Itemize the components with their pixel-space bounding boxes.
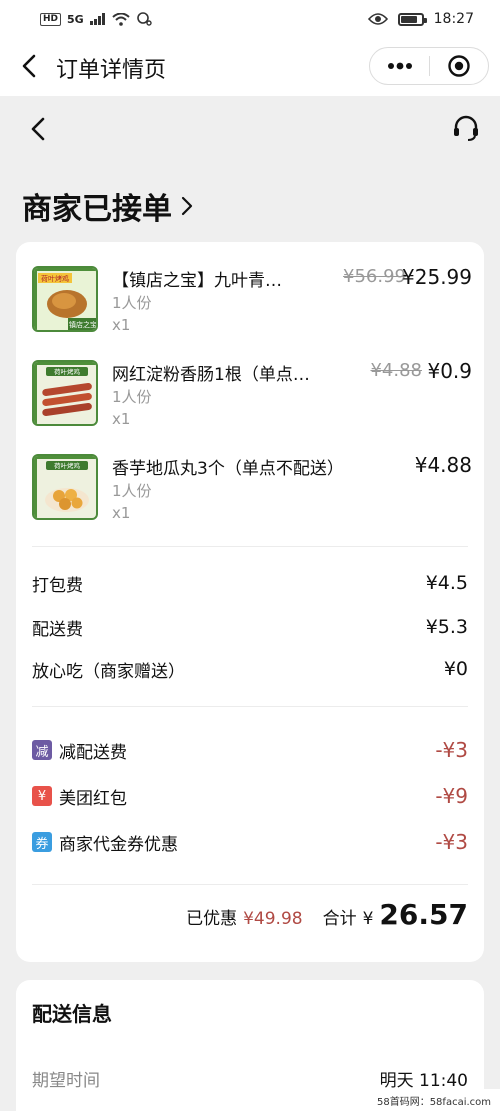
customer-service-icon[interactable] (452, 114, 480, 142)
chat-bubble-icon (136, 12, 152, 26)
discount-row-voucher: 券 商家代金券优惠 -¥3 (32, 828, 468, 856)
status-bar: HD 5G 18:27 (0, 0, 500, 38)
status-bar-right: 18:27 (367, 11, 474, 27)
total-label: 合计 (322, 909, 357, 929)
chevron-right-icon (181, 196, 193, 216)
item-quantity: x1 (112, 316, 131, 334)
page-back-icon[interactable] (28, 116, 50, 142)
saved-label: 已优惠 (186, 909, 238, 929)
discount-tag-icon: ¥ (32, 786, 52, 806)
delivery-title: 配送信息 (32, 1002, 112, 1026)
divider (32, 706, 468, 707)
taro-ball-image: 荷叶烤鸡 (34, 456, 96, 518)
divider (32, 546, 468, 547)
thumb-sub-text: 镇店之宝 (69, 320, 97, 329)
sausage-image: 荷叶烤鸡 (34, 362, 96, 424)
order-summary: 已优惠 ¥49.98 合计 ¥ 26.57 (186, 898, 468, 931)
discount-row-redpacket: ¥ 美团红包 -¥9 (32, 782, 468, 810)
mini-program-nav-bar: 订单详情页 (0, 38, 500, 96)
battery-icon (397, 12, 427, 26)
expected-time-label: 期望时间 (32, 1071, 100, 1091)
discount-tag-icon: 减 (32, 740, 52, 760)
item-thumbnail: 荷叶烤鸡 (32, 360, 98, 426)
item-price: ¥25.99 (402, 265, 472, 289)
discount-label: 减配送费 (59, 742, 127, 763)
saved-value: ¥49.98 (243, 909, 303, 929)
fee-value: ¥5.3 (425, 616, 468, 638)
page-title: 订单详情页 (56, 58, 167, 83)
order-item[interactable]: 荷叶烤鸡 网红淀粉香肠1根（单点不… 1人份 x1 ¥4.88 ¥0.9 (32, 359, 472, 440)
hd-badge: HD (40, 12, 62, 26)
fee-row-delivery: 配送费 ¥5.3 (32, 614, 468, 640)
item-thumbnail: 荷叶烤鸡 (32, 454, 98, 520)
target-close-icon (448, 55, 470, 77)
expected-time-row: 期望时间 明天 11:40 (32, 1066, 468, 1091)
fee-value: ¥4.5 (425, 572, 468, 594)
discount-value: -¥3 (435, 830, 468, 854)
close-button[interactable] (430, 48, 488, 84)
item-quantity: x1 (112, 504, 131, 522)
total-currency: ¥ (362, 909, 374, 929)
more-button[interactable] (370, 48, 429, 84)
mini-program-capsule (369, 47, 489, 85)
item-original-price: ¥4.88 (370, 360, 422, 381)
fee-row-insurance: 放心吃（商家赠送） ¥0 (32, 656, 468, 682)
item-quantity: x1 (112, 410, 131, 428)
discount-value: -¥3 (435, 738, 468, 762)
discount-row-delivery: 减 减配送费 -¥3 (32, 736, 468, 764)
clock: 18:27 (433, 11, 474, 27)
order-card: 荷叶烤鸡 镇店之宝 【镇店之宝】九叶青… 1人份 x1 ¥56.99 ¥25.9… (16, 242, 484, 962)
item-price: ¥4.88 (414, 453, 472, 477)
item-portion: 1人份 (112, 482, 152, 500)
total-value: 26.57 (379, 898, 468, 931)
discount-label: 美团红包 (59, 788, 127, 809)
item-portion: 1人份 (112, 294, 152, 312)
order-status-link[interactable]: 商家已接单 (22, 184, 194, 228)
back-icon[interactable] (18, 52, 42, 80)
item-name: 【镇店之宝】九叶青… (112, 271, 282, 291)
item-name: 网红淀粉香肠1根（单点不… (112, 365, 320, 385)
fee-label: 配送费 (32, 619, 83, 640)
discount-label: 商家代金券优惠 (59, 834, 178, 855)
fee-value: ¥0 (443, 658, 468, 680)
network-label: 5G (67, 12, 84, 26)
divider (32, 884, 468, 885)
roast-chicken-image: 荷叶烤鸡 镇店之宝 (34, 268, 97, 330)
status-bar-left: HD 5G (40, 12, 152, 26)
thumb-brand-text: 荷叶烤鸡 (54, 461, 81, 470)
wifi-icon (112, 12, 130, 26)
fee-row-packing: 打包费 ¥4.5 (32, 570, 468, 596)
discount-value: -¥9 (435, 784, 468, 808)
watermark: 58首码网：58facai.com (368, 1089, 500, 1111)
order-item[interactable]: 荷叶烤鸡 香芋地瓜丸3个（单点不配送） 1人份 x1 ¥4.88 (32, 453, 472, 534)
thumb-brand-text: 荷叶烤鸡 (41, 274, 69, 283)
discount-tag-icon: 券 (32, 832, 52, 852)
more-dots-icon (387, 62, 412, 70)
thumb-brand-text: 荷叶烤鸡 (54, 367, 81, 376)
item-price: ¥0.9 (427, 359, 472, 383)
item-original-price: ¥56.99 (343, 266, 406, 287)
item-thumbnail: 荷叶烤鸡 镇店之宝 (32, 266, 98, 332)
fee-label: 打包费 (32, 575, 83, 596)
eye-icon (367, 13, 388, 25)
expected-time-value: 明天 11:40 (379, 1071, 468, 1091)
signal-icon (89, 13, 105, 25)
order-status-text: 商家已接单 (22, 192, 172, 227)
item-portion: 1人份 (112, 388, 152, 406)
fee-label: 放心吃（商家赠送） (32, 661, 185, 682)
item-name: 香芋地瓜丸3个（单点不配送） (112, 459, 344, 479)
order-item[interactable]: 荷叶烤鸡 镇店之宝 【镇店之宝】九叶青… 1人份 x1 ¥56.99 ¥25.9… (32, 265, 472, 346)
